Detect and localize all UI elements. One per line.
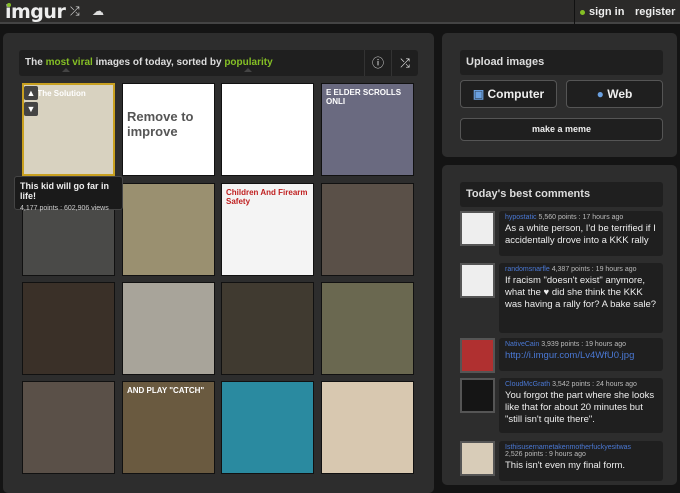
comment-points-time: 4,387 points : 19 hours ago (551, 266, 637, 273)
comment-text: As a white person, I'd be terrified if I… (505, 223, 656, 246)
sign-in-label: sign in (589, 6, 625, 18)
divider (574, 0, 575, 24)
upload-computer-button[interactable]: ▣ Computer (460, 80, 557, 108)
comment-username[interactable]: randomsnarfle (505, 266, 550, 273)
image-tooltip: This kid will go far in life! 4,177 poin… (14, 176, 123, 212)
comment-username[interactable]: hypostatic (505, 214, 537, 221)
time-clock-button[interactable]: ⓘ (364, 50, 391, 76)
comment-meta: hypostatic 5,560 points : 17 hours ago (505, 214, 657, 221)
random-shuffle-icon[interactable]: ⤮ (70, 4, 80, 19)
imgur-logo[interactable]: imgur (5, 1, 66, 23)
gallery-thumbnail[interactable] (321, 183, 414, 276)
gallery-thumbnail[interactable]: AND PLAY "CATCH" (122, 381, 215, 474)
sort-popularity-link[interactable]: popularity (224, 57, 272, 68)
comments-title: Today's best comments (460, 182, 663, 207)
random-button[interactable]: ⤮ (391, 50, 418, 76)
gallery-thumbnail[interactable] (221, 83, 314, 176)
tooltip-title: This kid will go far in life! (20, 181, 110, 201)
make-meme-button[interactable]: make a meme (460, 118, 663, 141)
comment-body: Isthisusernametakenmotherfuckyesitwas 2,5… (499, 441, 663, 481)
comment-body: NativeCain 3,939 points : 19 hours ago ht… (499, 338, 663, 371)
comment-points-time: 3,939 points : 19 hours ago (541, 341, 627, 348)
computer-label: Computer (487, 87, 545, 101)
comment-avatar[interactable] (460, 263, 495, 298)
sign-in-link[interactable]: sign in (580, 6, 624, 18)
comment-meta: randomsnarfle 4,387 points : 19 hours ag… (505, 266, 657, 273)
tooltip-stats: 4,177 points : 602,906 views (20, 205, 109, 212)
gallery-thumbnail[interactable]: Children And Firearm Safety (221, 183, 314, 276)
register-link[interactable]: register (635, 6, 675, 18)
comment-username[interactable]: Isthisusernametakenmotherfuckyesitwas (505, 444, 631, 451)
thumbnail-caption: E ELDER SCROLLS ONLI (326, 88, 402, 106)
top-header: imgur ⤮ ☁ sign in register (0, 0, 680, 24)
comment-text: This isn't even my final form. (505, 460, 626, 471)
comment-avatar[interactable] (460, 378, 495, 413)
gallery-thumbnail[interactable]: Remove to improve (122, 83, 215, 176)
comment-username[interactable]: CloudMcGrath (505, 381, 550, 388)
gallery-thumbnail[interactable] (321, 381, 414, 474)
upvote-icon[interactable]: ▲ (24, 86, 38, 100)
comment-body: hypostatic 5,560 points : 17 hours ago As… (499, 211, 663, 256)
thumbnail-caption: AND PLAY "CATCH" (127, 386, 205, 395)
upload-title: Upload images (460, 50, 663, 75)
comment-avatar[interactable] (460, 338, 495, 373)
comment-text: If racism "doesn't exist" anymore, what … (505, 275, 657, 310)
gallery-thumbnail[interactable] (321, 282, 414, 375)
logo-text: imgur (5, 1, 66, 23)
caret-icon (62, 68, 70, 72)
sort-viral-link[interactable]: most viral (46, 57, 93, 68)
comment-meta: CloudMcGrath 3,542 points : 24 hours ago (505, 381, 657, 388)
clock-icon: ⓘ (371, 56, 384, 70)
downvote-icon[interactable]: ▼ (24, 102, 38, 116)
monitor-icon: ▣ (472, 87, 485, 101)
gallery-title-bar: The most viral images of today, sorted b… (19, 50, 418, 76)
shuffle-icon: ⤮ (400, 56, 410, 70)
comment-body: randomsnarfle 4,387 points : 19 hours ag… (499, 263, 663, 333)
globe-icon: ● (596, 87, 604, 101)
comment-points-time: 5,560 points : 17 hours ago (538, 214, 624, 221)
comment-avatar[interactable] (460, 211, 495, 246)
thumbnail-caption: Remove to improve (127, 109, 194, 139)
upload-web-button[interactable]: ● Web (566, 80, 663, 108)
comment-text[interactable]: http://i.imgur.com/Lv4WfU0.jpg (505, 350, 657, 362)
gallery-title: The most viral images of today, sorted b… (25, 57, 273, 68)
gallery-thumbnail[interactable] (22, 282, 115, 375)
comment-meta: NativeCain 3,939 points : 19 hours ago (505, 341, 657, 348)
web-label: Web (607, 87, 633, 101)
gallery-thumbnail[interactable] (122, 183, 215, 276)
caret-icon (244, 68, 252, 72)
gallery-thumbnail[interactable] (122, 282, 215, 375)
upload-cloud-icon[interactable]: ☁ (92, 4, 104, 18)
comment-body: CloudMcGrath 3,542 points : 24 hours ago… (499, 378, 663, 433)
gallery-thumbnail[interactable]: E ELDER SCROLLS ONLI (321, 83, 414, 176)
comment-points-time: 3,542 points : 24 hours ago (552, 381, 637, 388)
comment-points-time: 2,526 points : 9 hours ago (505, 451, 586, 458)
comment-avatar[interactable] (460, 441, 495, 476)
gallery-thumbnail[interactable] (22, 381, 115, 474)
comment-text: You forgot the part where she looks like… (505, 390, 655, 425)
thumbnail-caption: Children And Firearm Safety (226, 188, 308, 206)
gallery-thumbnail[interactable] (221, 381, 314, 474)
comment-meta: Isthisusernametakenmotherfuckyesitwas 2,5… (505, 444, 657, 458)
gallery-thumbnail[interactable] (221, 282, 314, 375)
comment-username[interactable]: NativeCain (505, 341, 539, 348)
